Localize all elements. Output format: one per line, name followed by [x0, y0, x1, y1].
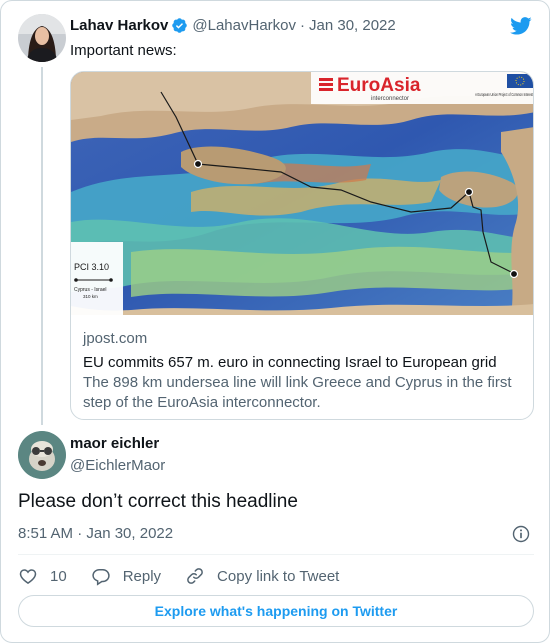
eu-project-label: A European Union Project of Common Inter… [475, 92, 533, 97]
info-icon[interactable] [511, 524, 531, 544]
author-name[interactable]: Lahav Harkov [70, 17, 168, 34]
author-handle[interactable]: @LahavHarkov [192, 17, 296, 34]
legend-km-label: 310 km [83, 294, 98, 299]
legend-title: PCI 3.10 [74, 262, 109, 272]
link-card-body: jpost.com EU commits 657 m. euro in conn… [83, 329, 521, 413]
explore-button[interactable]: Explore what's happening on Twitter [18, 595, 534, 627]
reply-button[interactable]: Reply [91, 566, 161, 586]
reply-text: Please don’t correct this headline [18, 491, 298, 512]
tweet-date[interactable]: Jan 30, 2022 [309, 17, 396, 34]
reply-author-handle[interactable]: @EichlerMaor [70, 457, 165, 474]
link-description: The 898 km undersea line will link Greec… [83, 374, 512, 411]
link-domain: jpost.com [83, 330, 148, 347]
heart-icon [19, 569, 37, 584]
copy-link-label: Copy link to Tweet [217, 567, 340, 585]
link-headline: EU commits 657 m. euro in connecting Isr… [83, 354, 497, 371]
link-preview-card[interactable]: EuroAsia interconnector A European Union… [70, 71, 534, 420]
tweet-embed-card: Lahav Harkov @LahavHarkov · Jan 30, 2022… [0, 0, 550, 643]
reply-author-name[interactable]: maor eichler [70, 435, 159, 452]
euroasia-logo-subtext: interconnector [371, 96, 409, 102]
link-icon [187, 568, 203, 584]
reply-timestamp[interactable]: 8:51 AM · Jan 30, 2022 [18, 525, 173, 542]
copy-link-button[interactable]: Copy link to Tweet [185, 566, 339, 586]
tweet-actions: 10 Reply Copy link to Tweet [18, 565, 363, 587]
euroasia-logo-text: EuroAsia [337, 75, 421, 96]
euroasia-map-image[interactable]: EuroAsia interconnector A European Union… [71, 72, 534, 315]
twitter-bird-icon[interactable] [509, 15, 533, 37]
divider [18, 554, 534, 555]
tweet-header: Lahav Harkov @LahavHarkov · Jan 30, 2022 [70, 17, 396, 34]
maor-eichler-avatar[interactable] [18, 431, 66, 479]
tweet-text: Important news: [70, 42, 177, 59]
legend-row-label: Cyprus - Israel [74, 287, 107, 293]
thread-connector-line [41, 67, 43, 425]
reply-bubble-icon [92, 569, 110, 586]
separator-dot: · [300, 17, 305, 34]
lahav-harkov-avatar[interactable] [18, 14, 66, 62]
reply-label: Reply [122, 567, 162, 585]
like-button[interactable]: 10 [18, 566, 67, 586]
verified-badge-icon [172, 18, 188, 33]
like-count: 10 [50, 567, 67, 585]
